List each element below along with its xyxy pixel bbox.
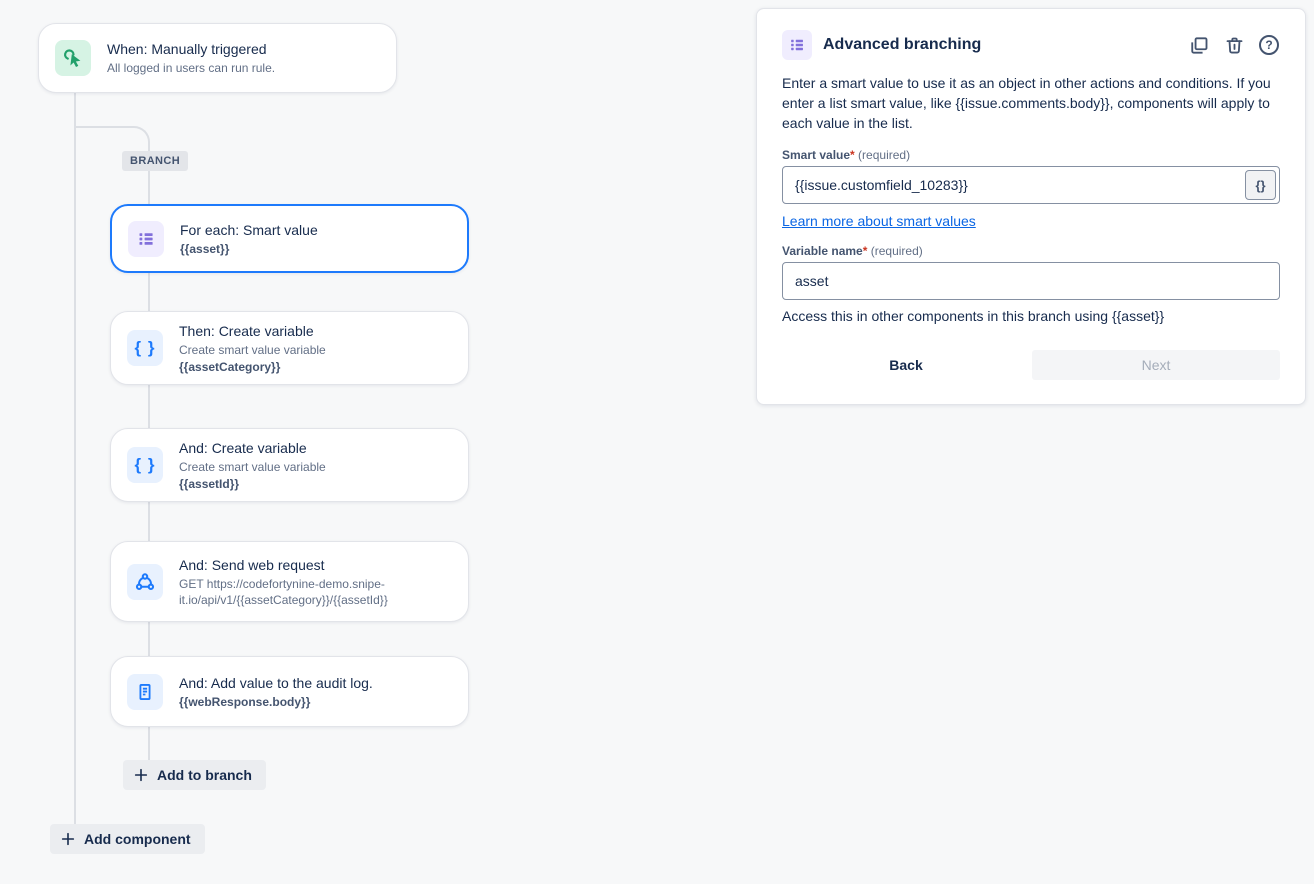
panel-title: Advanced branching <box>823 36 981 54</box>
node-subtitle: Create smart value variable <box>179 459 326 475</box>
panel-header: Advanced branching <box>782 30 1280 60</box>
braces-icon: { } <box>127 447 163 483</box>
delete-button[interactable] <box>1223 34 1245 56</box>
trash-icon <box>1224 35 1245 56</box>
node-title: And: Create variable <box>179 439 326 458</box>
trigger-subtitle: All logged in users can run rule. <box>107 60 275 76</box>
node-for-each-smart-value[interactable]: For each: Smart value {{asset}} <box>110 204 469 273</box>
smart-value-label: Smart value* (required) <box>782 148 1280 162</box>
manual-trigger-icon <box>55 40 91 76</box>
smart-value-field-wrap: {} <box>782 166 1280 204</box>
duplicate-button[interactable] <box>1188 34 1210 56</box>
node-and-create-variable[interactable]: { } And: Create variable Create smart va… <box>110 428 469 502</box>
node-title: And: Send web request <box>179 556 452 575</box>
node-send-web-request[interactable]: And: Send web request GET https://codefo… <box>110 541 469 622</box>
plus-icon <box>133 767 149 783</box>
node-value: {{assetCategory}} <box>179 359 326 375</box>
node-value: {{asset}} <box>180 241 318 257</box>
node-value: {{webResponse.body}} <box>179 694 373 710</box>
node-then-create-variable[interactable]: { } Then: Create variable Create smart v… <box>110 311 469 385</box>
node-title: And: Add value to the audit log. <box>179 674 373 693</box>
back-button[interactable]: Back <box>782 350 1030 380</box>
config-panel: Advanced branching <box>756 8 1306 405</box>
variable-name-label: Variable name* (required) <box>782 244 1280 258</box>
list-icon <box>128 221 164 257</box>
audit-log-icon <box>127 674 163 710</box>
copy-icon <box>1189 35 1210 56</box>
node-add-audit-log[interactable]: And: Add value to the audit log. {{webRe… <box>110 656 469 727</box>
node-subtitle: Create smart value variable <box>179 342 326 358</box>
add-component-button[interactable]: Add component <box>50 824 205 854</box>
node-subtitle: GET https://codefortynine-demo.snipe-it.… <box>179 576 452 608</box>
plus-icon <box>60 831 76 847</box>
node-title: For each: Smart value <box>180 221 318 240</box>
trigger-node[interactable]: When: Manually triggered All logged in u… <box>38 23 397 93</box>
variable-help-text: Access this in other components in this … <box>782 308 1280 324</box>
node-title: Then: Create variable <box>179 322 326 341</box>
variable-name-field-wrap <box>782 262 1280 300</box>
list-icon <box>782 30 812 60</box>
add-to-branch-button[interactable]: Add to branch <box>123 760 266 790</box>
help-icon: ? <box>1259 35 1279 55</box>
help-button[interactable]: ? <box>1258 34 1280 56</box>
webhook-icon <box>127 564 163 600</box>
insert-smart-value-button[interactable]: {} <box>1245 170 1276 200</box>
node-value: {{assetId}} <box>179 476 326 492</box>
learn-more-link[interactable]: Learn more about smart values <box>782 213 976 229</box>
braces-icon: { } <box>127 330 163 366</box>
variable-name-input[interactable] <box>783 273 1279 289</box>
trigger-title: When: Manually triggered <box>107 40 275 59</box>
smart-value-input[interactable] <box>783 177 1245 193</box>
branch-label: BRANCH <box>122 151 188 171</box>
panel-description: Enter a smart value to use it as an obje… <box>782 73 1280 133</box>
next-button[interactable]: Next <box>1032 350 1280 380</box>
panel-footer: Back Next <box>782 350 1280 380</box>
braces-icon: {} <box>1255 178 1265 193</box>
